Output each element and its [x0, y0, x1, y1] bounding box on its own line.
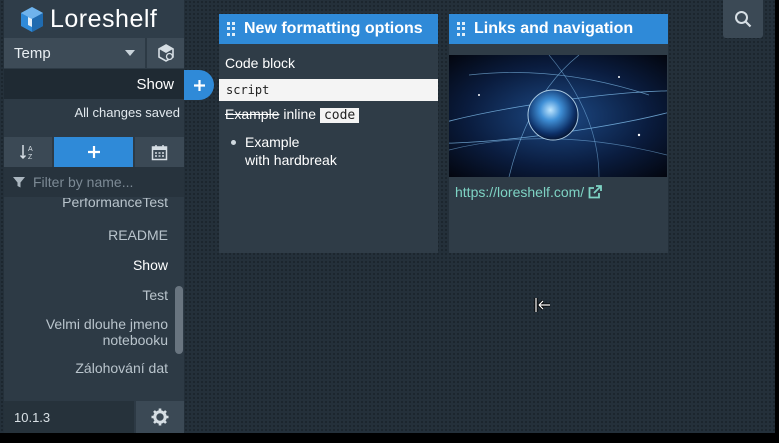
chevron-down-icon [125, 50, 135, 56]
save-status-text: All changes saved [74, 104, 180, 120]
list-item[interactable]: Show [4, 257, 184, 277]
external-link-icon [588, 185, 603, 199]
list-item[interactable]: Velmi dlouhe jmeno notebooku [4, 316, 184, 348]
inline-formatting-line: Example inline code [219, 106, 438, 123]
cube-settings-icon [157, 44, 174, 62]
card-header[interactable]: Links and navigation [449, 14, 668, 44]
save-status: All changes saved [4, 99, 184, 125]
add-card-button[interactable] [184, 70, 214, 100]
search-button[interactable] [723, 0, 763, 38]
code-block: script [219, 79, 438, 101]
svg-text:Z: Z [28, 154, 33, 161]
settings-button[interactable] [136, 401, 184, 433]
external-link[interactable]: https://loreshelf.com/ [449, 184, 668, 200]
filter-field[interactable]: Filter by name... [4, 167, 184, 197]
sort-button[interactable]: A Z [4, 137, 52, 167]
funnel-icon [13, 177, 25, 188]
list-item[interactable]: README [4, 227, 184, 247]
list-item[interactable]: PerformanceTest [4, 198, 184, 216]
bullet-line-1: Example [245, 134, 300, 150]
page-list: PerformanceTest README Show Test Velmi d… [4, 198, 184, 393]
app-logo: Loreshelf [4, 0, 184, 38]
cube-logo-icon [21, 7, 43, 32]
app-name: Loreshelf [50, 4, 158, 33]
globe-image [449, 55, 667, 177]
bullet-list: Example with hardbreak [219, 133, 438, 169]
page-toolbar: A Z [4, 137, 184, 167]
card-header[interactable]: New formatting options [219, 14, 438, 44]
filter-placeholder: Filter by name... [33, 174, 134, 190]
resize-cursor-icon [534, 298, 550, 312]
plus-icon [87, 146, 100, 158]
drag-handle-icon[interactable] [227, 22, 235, 36]
drag-handle-icon[interactable] [457, 22, 465, 36]
card-title: New formatting options [244, 20, 423, 37]
sidebar-footer: 10.1.3 [4, 401, 184, 433]
svg-text:A: A [28, 146, 33, 153]
bullet-line-2: with hardbreak [245, 152, 337, 168]
notebook-select[interactable]: Temp [4, 38, 145, 68]
card-title: Links and navigation [474, 20, 634, 37]
page-list-scrollbar[interactable] [174, 198, 184, 393]
add-page-tool-button[interactable] [54, 137, 133, 167]
search-icon [735, 11, 752, 28]
card-formatting: New formatting options Code block script… [219, 14, 438, 253]
calendar-icon [151, 144, 168, 160]
inline-text: inline [283, 106, 317, 122]
notebook-settings-button[interactable] [147, 38, 184, 68]
gear-icon [151, 408, 169, 426]
scrollbar-thumb[interactable] [175, 286, 183, 354]
plus-icon [193, 79, 205, 91]
strikethrough-text: Example [225, 106, 280, 122]
calendar-button[interactable] [135, 137, 184, 167]
current-page-row[interactable]: Show [4, 69, 184, 99]
list-item[interactable]: Test [4, 287, 184, 307]
sort-az-icon: A Z [19, 145, 33, 161]
code-block-label: Code block [225, 55, 296, 71]
list-item[interactable]: filtering [4, 390, 184, 393]
inline-code: code [319, 108, 360, 123]
version-label: 10.1.3 [4, 401, 134, 433]
notebook-selected-label: Temp [14, 44, 51, 62]
current-page-title: Show [136, 75, 174, 93]
sidebar: Loreshelf Temp Show All changes saved A … [4, 0, 184, 433]
list-item[interactable]: Zálohování dat [4, 360, 184, 380]
card-links: Links and navigation https://loreshelf.c… [449, 14, 668, 253]
list-item: Example with hardbreak [231, 133, 438, 169]
link-url[interactable]: https://loreshelf.com/ [455, 184, 584, 200]
app-window: Loreshelf Temp Show All changes saved A … [0, 0, 775, 433]
